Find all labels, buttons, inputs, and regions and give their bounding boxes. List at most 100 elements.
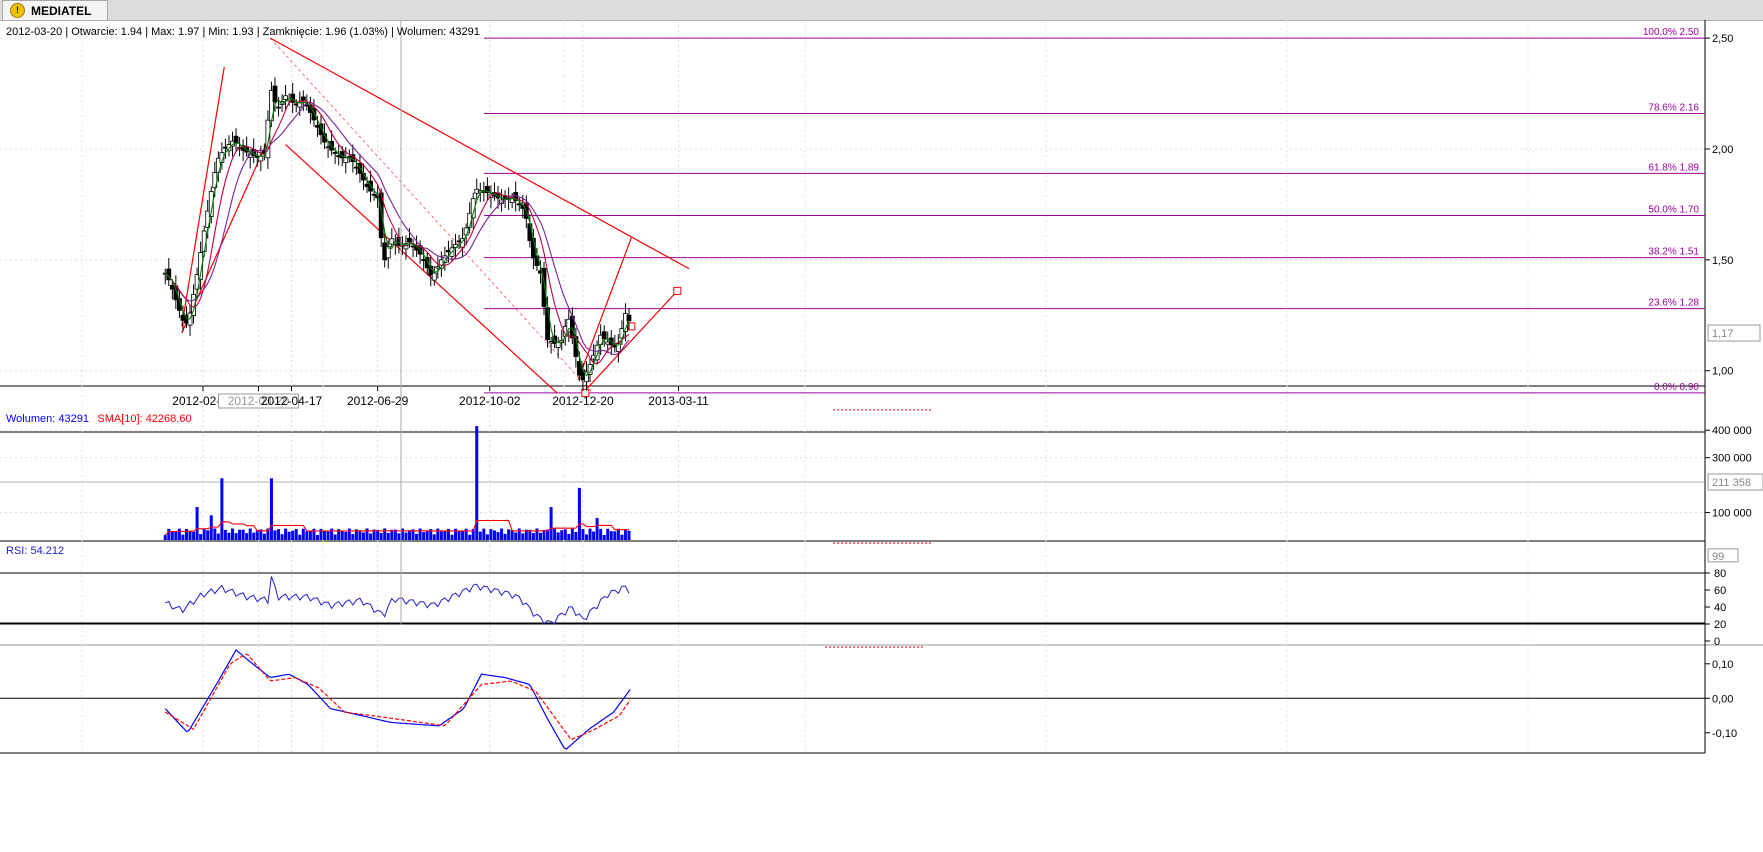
volume-bar xyxy=(262,533,266,540)
volume-bar xyxy=(163,535,167,540)
current-volume-label: 211 358 xyxy=(1712,477,1751,489)
rsi-line xyxy=(165,576,630,625)
macd-line xyxy=(164,649,631,750)
volume-bar xyxy=(538,532,542,540)
fibonacci-label: 23.6% 1.28 xyxy=(1648,298,1699,309)
volume-bar xyxy=(507,529,511,540)
volume-bar xyxy=(252,532,256,540)
volume-bar xyxy=(181,534,185,540)
candle xyxy=(300,96,306,102)
fibonacci-label: 78.6% 2.16 xyxy=(1648,102,1699,113)
volume-bar xyxy=(588,528,592,540)
y-tick-label: 0 xyxy=(1714,636,1720,648)
candle xyxy=(276,106,281,109)
volume-bar xyxy=(238,529,242,540)
x-tick-label: 2012-10-02 xyxy=(459,394,521,408)
volume-bar xyxy=(549,507,553,540)
fibonacci-label: 61.8% 1.89 xyxy=(1648,162,1699,173)
volume-bar xyxy=(609,531,613,540)
y-tick-label: 100 000 xyxy=(1712,508,1752,520)
volume-bar xyxy=(422,532,426,540)
volume-bar xyxy=(489,529,493,540)
volume-bar xyxy=(599,528,603,540)
volume-bar xyxy=(170,531,174,540)
volume-bar xyxy=(294,528,298,540)
volume-bar xyxy=(623,528,627,540)
macd-panel: 0,10 0,00 -0,10 xyxy=(0,646,1737,750)
volume-bar xyxy=(577,487,581,540)
volume-bar xyxy=(563,529,567,540)
volume-bar xyxy=(468,534,472,540)
candle xyxy=(233,135,239,144)
volume-bar xyxy=(592,531,596,540)
volume-bar xyxy=(570,528,574,540)
volume-bar xyxy=(485,534,489,540)
y-tick-label: 2,00 xyxy=(1712,144,1733,156)
volume-bar xyxy=(333,534,337,540)
volume-bar xyxy=(510,530,514,540)
volume-bar xyxy=(581,529,585,540)
y-tick-label: 60 xyxy=(1714,585,1726,597)
rsi-panel: RSI: 54.212 80 60 40 20 0 99 xyxy=(0,545,1739,648)
volume-bar xyxy=(291,530,295,540)
tab-mediatel[interactable]: ! MEDIATEL xyxy=(2,0,108,20)
volume-bar xyxy=(616,528,620,540)
volume-bar xyxy=(457,531,461,540)
volume-bar xyxy=(177,528,181,540)
y-tick-label: 40 xyxy=(1714,602,1726,614)
volume-bar xyxy=(531,532,535,540)
volume-bar xyxy=(326,531,330,540)
volume-legend-item: Wolumen: 43291 xyxy=(6,413,89,425)
volume-bar xyxy=(227,532,231,540)
x-tick-label: 2012-06-29 xyxy=(347,394,409,408)
volume-bar xyxy=(627,530,631,540)
volume-bar xyxy=(542,529,546,540)
volume-bar xyxy=(340,530,344,540)
volume-bar xyxy=(478,531,482,540)
volume-bar xyxy=(404,532,408,540)
panel-frames xyxy=(0,20,1763,754)
volume-bar xyxy=(415,533,419,540)
volume-bar xyxy=(613,531,617,540)
volume-bar xyxy=(213,528,217,540)
trend-line-downtrend-lower xyxy=(285,144,558,394)
candle xyxy=(516,203,522,206)
volume-bar xyxy=(284,528,288,540)
volume-bar xyxy=(206,530,210,540)
volume-bar xyxy=(425,530,429,540)
macd-signal-line xyxy=(164,653,631,741)
volume-bar xyxy=(365,528,369,540)
y-tick-label: 1,00 xyxy=(1712,366,1733,378)
volume-bar xyxy=(255,530,259,540)
volume-bar xyxy=(305,531,309,540)
y-tick-label: 0,10 xyxy=(1712,659,1733,671)
volume-bar xyxy=(595,518,599,540)
x-tick-label: 2013-03-11 xyxy=(648,394,709,408)
y-tick-label: 300 000 xyxy=(1712,453,1752,465)
volume-bar xyxy=(323,530,327,540)
y-tick-label: -0,10 xyxy=(1712,728,1737,740)
chart-area[interactable]: 100.0% 2.50 78.6% 2.16 61.8% 1.89 50.0% 1.7… xyxy=(0,20,1763,852)
candle xyxy=(258,155,264,162)
volume-bar xyxy=(418,528,422,540)
volume-bar xyxy=(496,532,500,540)
y-tick-label: 400 000 xyxy=(1712,425,1752,437)
volume-bar xyxy=(273,530,277,540)
candle xyxy=(431,272,437,281)
volume-bar xyxy=(517,528,521,540)
volume-bar xyxy=(450,534,454,540)
volume-bar xyxy=(620,534,624,540)
volume-bar xyxy=(202,529,206,540)
volume-bar xyxy=(277,529,281,540)
volume-bar xyxy=(315,534,319,540)
volume-bar xyxy=(231,528,234,540)
warning-icon: ! xyxy=(10,3,25,18)
volume-bar xyxy=(330,528,334,540)
y-tick-label: 0,00 xyxy=(1712,693,1733,705)
volume-bar xyxy=(521,533,525,540)
volume-bar xyxy=(358,530,362,540)
volume-bar xyxy=(376,529,380,540)
volume-bar xyxy=(298,534,302,540)
volume-bar xyxy=(379,532,383,540)
volume-bar xyxy=(344,531,348,540)
